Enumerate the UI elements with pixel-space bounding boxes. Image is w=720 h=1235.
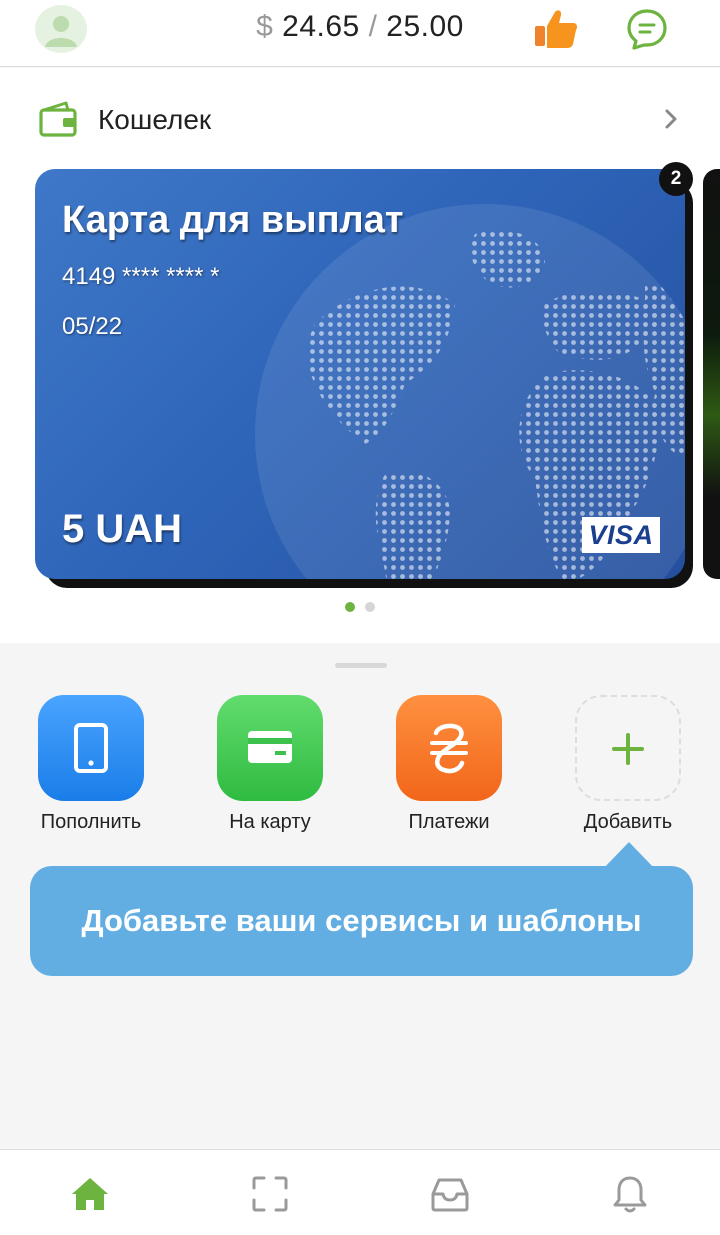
payments-button[interactable] — [396, 695, 502, 801]
add-action[interactable]: Добавить — [553, 695, 703, 840]
wallet-row[interactable]: Кошелек — [0, 68, 720, 168]
nav-notifications[interactable] — [608, 1172, 652, 1216]
card-count-badge: 2 — [659, 162, 693, 196]
tooltip-text: Добавьте ваши сервисы и шаблоны — [81, 903, 642, 938]
plus-icon — [612, 733, 644, 765]
hryvnia-icon — [430, 723, 468, 774]
topup-action[interactable]: Пополнить — [16, 695, 166, 840]
pagination-dot[interactable] — [365, 602, 375, 612]
wallet-title: Кошелек — [98, 104, 212, 135]
balance-separator: / — [368, 10, 378, 43]
payout-card[interactable]: Карта для выплат 4149 **** **** * 05/22 … — [35, 169, 685, 579]
to-card-button[interactable] — [217, 695, 323, 801]
bell-icon — [613, 1176, 647, 1213]
topup-label: Пополнить — [40, 811, 142, 833]
card-number: 4149 **** **** * — [62, 263, 220, 290]
onboarding-tooltip[interactable]: Добавьте ваши сервисы и шаблоны — [30, 866, 693, 976]
to-card-action[interactable]: На карту — [195, 695, 345, 840]
nav-home[interactable] — [68, 1172, 112, 1216]
nav-inbox[interactable] — [428, 1172, 472, 1216]
bottom-navigation — [0, 1149, 720, 1235]
wallet-section: Кошелек Карта для выплат 4149 **** **** … — [0, 68, 720, 643]
wallet-icon — [38, 100, 78, 138]
card-title: Карта для выплат — [62, 199, 404, 241]
next-card-peek[interactable] — [703, 169, 720, 579]
chat-button[interactable] — [626, 8, 668, 50]
to-card-label: На карту — [229, 811, 311, 833]
balance-limit: 25.00 — [386, 10, 464, 43]
drag-handle[interactable] — [335, 663, 387, 668]
currency-symbol: $ — [256, 10, 274, 43]
balance-value: 24.65 — [282, 10, 360, 43]
card-amount: 5 UAH — [62, 507, 183, 551]
phone-icon — [74, 723, 108, 773]
home-icon — [72, 1178, 108, 1210]
add-service-button[interactable] — [575, 695, 681, 801]
card-icon — [248, 731, 292, 763]
add-label: Добавить — [583, 811, 673, 833]
card-pagination — [0, 602, 720, 614]
thumbs-up-icon — [535, 10, 577, 48]
payments-action[interactable]: Платежи — [374, 695, 524, 840]
top-header: $ 24.65 / 25.00 — [0, 0, 720, 67]
chevron-right-icon — [662, 106, 680, 132]
visa-logo: VISA — [582, 517, 660, 553]
card-expiry: 05/22 — [62, 313, 123, 340]
balance-display: $ 24.65 / 25.00 — [0, 10, 720, 44]
nav-scan[interactable] — [248, 1172, 292, 1216]
like-button[interactable] — [533, 8, 579, 50]
topup-button[interactable] — [38, 695, 144, 801]
chat-icon — [627, 9, 667, 50]
payments-label: Платежи — [408, 811, 490, 833]
inbox-icon — [431, 1178, 469, 1212]
pagination-dot[interactable] — [345, 602, 355, 612]
scan-icon — [252, 1176, 288, 1212]
